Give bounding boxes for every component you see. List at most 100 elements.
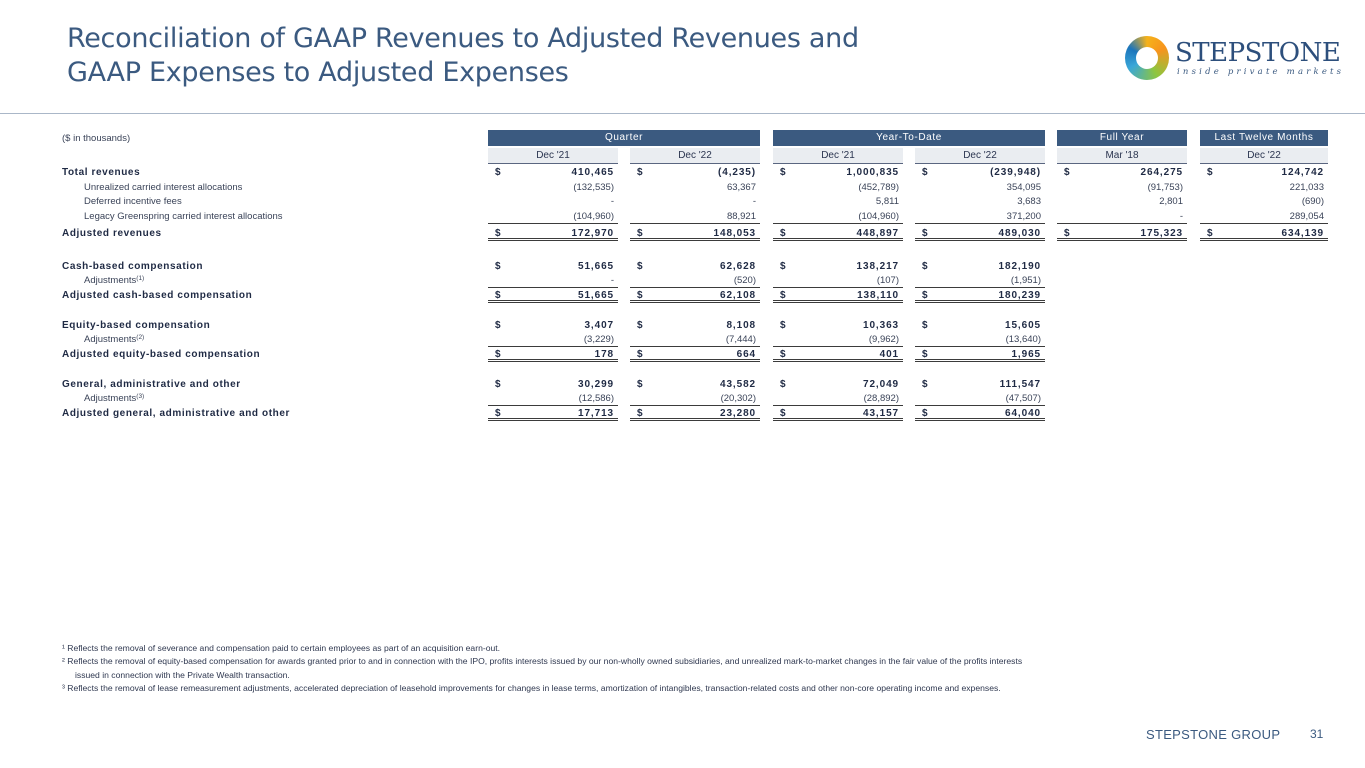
cell-value: (12,586) bbox=[578, 393, 614, 404]
table-row: Cash-based compensation $51,665 $62,628 $13… bbox=[0, 260, 1365, 274]
row-label: Adjusted cash-based compensation bbox=[62, 289, 252, 303]
table-row: Adjusted general, administrative and oth… bbox=[0, 407, 1365, 421]
currency-symbol: $ bbox=[780, 349, 787, 360]
cell-value: (28,892) bbox=[863, 393, 899, 404]
cell-value: 1,965 bbox=[1011, 349, 1041, 360]
period-header: Dec '22 bbox=[915, 148, 1045, 164]
cell-value: (9,962) bbox=[868, 334, 899, 345]
cell-value: 138,217 bbox=[856, 261, 899, 272]
cell-value: (239,948) bbox=[990, 167, 1041, 178]
value-cell: $62,108 bbox=[630, 289, 760, 303]
cell-value: 62,628 bbox=[720, 261, 756, 272]
footnote-2: ² Reflects the removal of equity-based c… bbox=[62, 656, 1023, 667]
row-label: Adjustments(3) bbox=[84, 392, 144, 406]
currency-symbol: $ bbox=[780, 167, 787, 178]
value-cell: $401 bbox=[773, 348, 903, 362]
value-cell: (13,640) bbox=[915, 333, 1045, 347]
value-cell: $23,280 bbox=[630, 407, 760, 421]
currency-symbol: $ bbox=[637, 167, 644, 178]
value-cell: $111,547 bbox=[915, 378, 1045, 392]
cell-value: 51,665 bbox=[578, 261, 614, 272]
value-cell: $175,323 bbox=[1057, 227, 1187, 241]
value-cell: (7,444) bbox=[630, 333, 760, 347]
table-row: Deferred incentive fees - - 5,811 3,683 2,801… bbox=[0, 195, 1365, 209]
table-row: Adjustments(1) - (520) (107) (1,951) bbox=[0, 274, 1365, 288]
cell-value: 64,040 bbox=[1005, 408, 1041, 419]
period-header: Mar '18 bbox=[1057, 148, 1187, 164]
footnote-marker: (2) bbox=[136, 334, 145, 341]
cell-value: (104,960) bbox=[858, 211, 899, 222]
cell-value: 111,547 bbox=[999, 379, 1041, 390]
cell-value: 72,049 bbox=[863, 379, 899, 390]
value-cell: $8,108 bbox=[630, 319, 760, 333]
value-cell: - bbox=[488, 274, 618, 288]
value-cell: $43,157 bbox=[773, 407, 903, 421]
cell-value: 175,323 bbox=[1140, 228, 1183, 239]
period-header: Dec '21 bbox=[773, 148, 903, 164]
value-cell: 5,811 bbox=[773, 195, 903, 209]
cell-value: 221,033 bbox=[1289, 182, 1324, 193]
currency-symbol: $ bbox=[780, 320, 787, 331]
cell-value: 2,801 bbox=[1159, 196, 1183, 207]
table-row: Adjusted revenues $172,970 $148,053 $448,89… bbox=[0, 227, 1365, 241]
footnote-1: ¹ Reflects the removal of severance and … bbox=[62, 643, 501, 653]
value-cell: (104,960) bbox=[488, 210, 618, 224]
cell-value: (132,535) bbox=[573, 182, 614, 193]
units-label: ($ in thousands) bbox=[62, 133, 131, 144]
cell-value: 63,367 bbox=[726, 182, 756, 193]
currency-symbol: $ bbox=[1064, 228, 1071, 239]
value-cell: 2,801 bbox=[1057, 195, 1187, 209]
row-label: Adjusted general, administrative and oth… bbox=[62, 407, 290, 421]
table-row: General, administrative and other $30,299… bbox=[0, 378, 1365, 392]
currency-symbol: $ bbox=[637, 261, 644, 272]
value-cell: (690) bbox=[1200, 195, 1328, 209]
value-cell: $148,053 bbox=[630, 227, 760, 241]
currency-symbol: $ bbox=[495, 290, 502, 301]
value-cell: (104,960) bbox=[773, 210, 903, 224]
currency-symbol: $ bbox=[922, 408, 929, 419]
cell-value: (1,951) bbox=[1010, 275, 1041, 286]
cell-value: (3,229) bbox=[583, 334, 614, 345]
title-divider bbox=[0, 113, 1365, 114]
cell-value: 3,683 bbox=[1017, 196, 1041, 207]
value-cell: $634,139 bbox=[1200, 227, 1328, 241]
value-cell: $180,239 bbox=[915, 289, 1045, 303]
column-group-header: Year-To-Date bbox=[773, 130, 1045, 146]
cell-value: 148,053 bbox=[713, 228, 756, 239]
cell-value: (520) bbox=[733, 275, 756, 286]
cell-value: 401 bbox=[879, 349, 899, 360]
row-label: Total revenues bbox=[62, 166, 140, 180]
value-cell: (91,753) bbox=[1057, 181, 1187, 195]
cell-value: 1,000,835 bbox=[846, 167, 899, 178]
row-label: Adjusted revenues bbox=[62, 227, 162, 241]
row-label-text: General, administrative and other bbox=[62, 379, 241, 390]
value-cell: (520) bbox=[630, 274, 760, 288]
cell-value: 43,157 bbox=[863, 408, 899, 419]
value-cell: $51,665 bbox=[488, 289, 618, 303]
row-label-text: Adjusted cash-based compensation bbox=[62, 290, 253, 301]
cell-value: 180,239 bbox=[998, 290, 1041, 301]
cell-value: 30,299 bbox=[578, 379, 614, 390]
currency-symbol: $ bbox=[637, 349, 644, 360]
value-cell: (132,535) bbox=[488, 181, 618, 195]
value-cell: $64,040 bbox=[915, 407, 1045, 421]
row-label-text: Unrealized carried interest allocations bbox=[84, 182, 243, 193]
value-cell: $1,965 bbox=[915, 348, 1045, 362]
value-cell: $43,582 bbox=[630, 378, 760, 392]
table-row: Adjusted cash-based compensation $51,665 $… bbox=[0, 289, 1365, 303]
logo-wordmark: STEPSTONE bbox=[1175, 38, 1341, 68]
period-header: Dec '22 bbox=[630, 148, 760, 164]
value-cell: - bbox=[630, 195, 760, 209]
cell-value: 51,665 bbox=[578, 290, 614, 301]
page-title: Reconciliation of GAAP Revenues to Adjus… bbox=[67, 22, 1027, 90]
row-label-text: Adjustments bbox=[84, 393, 137, 404]
value-cell: $178 bbox=[488, 348, 618, 362]
row-label-text: Deferred incentive fees bbox=[84, 196, 182, 207]
value-cell: 88,921 bbox=[630, 210, 760, 224]
cell-value: 410,465 bbox=[571, 167, 614, 178]
value-cell: (20,302) bbox=[630, 392, 760, 406]
cell-value: 182,190 bbox=[998, 261, 1041, 272]
footer-brand: STEPSTONE GROUP bbox=[1146, 727, 1281, 742]
value-cell: $1,000,835 bbox=[773, 166, 903, 180]
value-cell: (1,951) bbox=[915, 274, 1045, 288]
